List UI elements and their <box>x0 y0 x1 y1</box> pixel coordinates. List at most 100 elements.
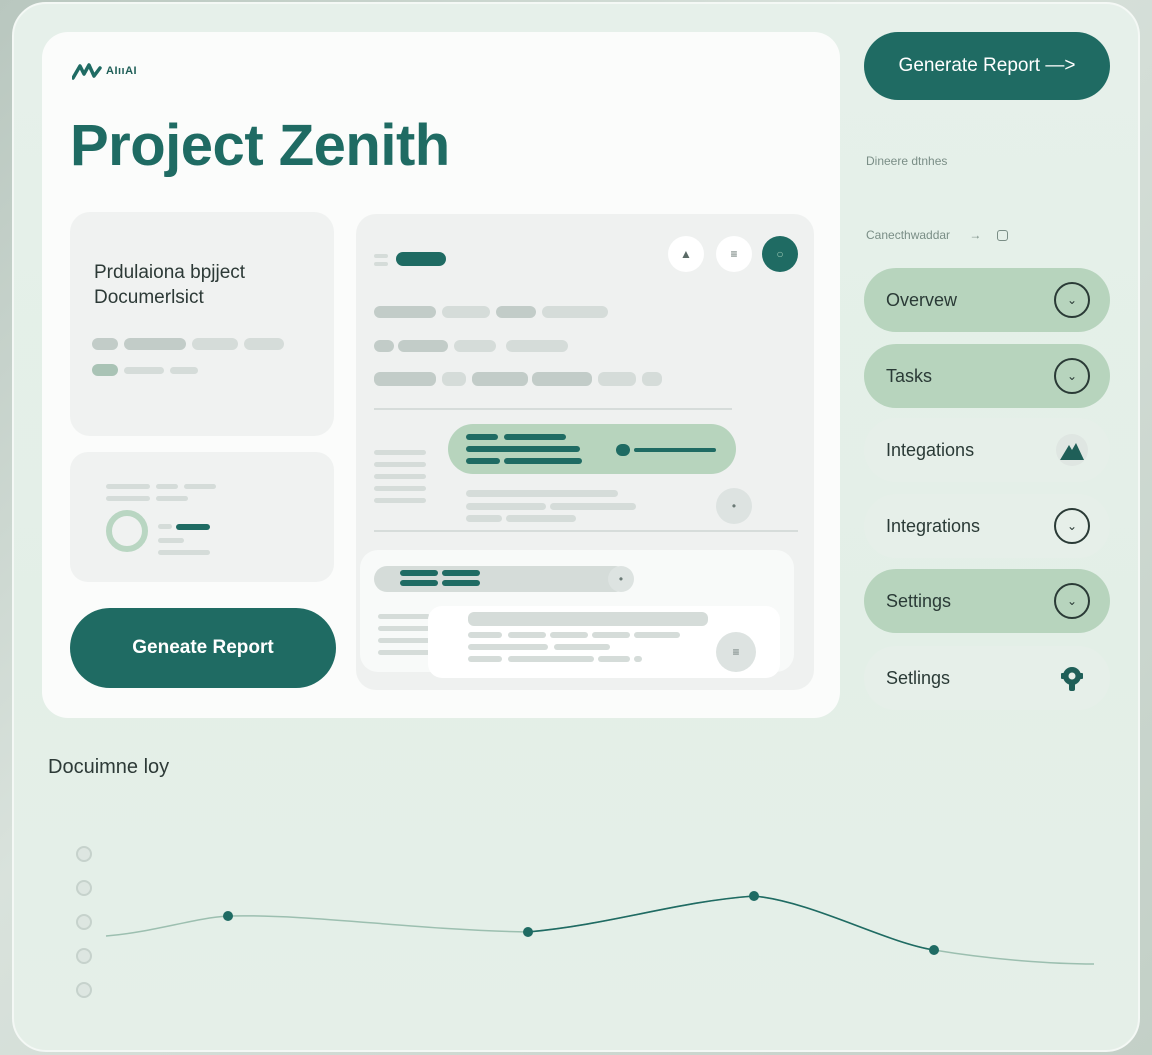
placeholder-bar <box>550 632 588 638</box>
nested-document[interactable]: • ≡ <box>360 550 794 678</box>
placeholder-bar <box>378 638 430 643</box>
placeholder-bar <box>442 306 490 318</box>
sidebar-item-tasks[interactable]: Tasks ⌄ <box>864 344 1110 408</box>
placeholder-bar <box>542 306 608 318</box>
sidebar-item-label: Settings <box>886 590 952 611</box>
trend-point[interactable] <box>929 945 939 955</box>
accent-bar <box>466 434 498 440</box>
placeholder-bar <box>598 372 636 386</box>
placeholder-bar <box>508 632 546 638</box>
more-icon[interactable]: • <box>716 488 752 524</box>
tag-pill[interactable] <box>396 252 446 266</box>
placeholder-bar <box>158 524 172 529</box>
accent-bar <box>400 570 438 576</box>
sidebar-item-integrations-1[interactable]: Integations <box>864 418 1110 482</box>
placeholder-bar <box>192 338 238 350</box>
placeholder-bar <box>484 581 518 586</box>
axis-icons <box>76 846 92 1016</box>
trend-point[interactable] <box>223 911 233 921</box>
placeholder-bar <box>634 632 680 638</box>
placeholder-bar <box>466 515 502 522</box>
sidebar-caption: Dineere dtnhes <box>866 154 948 168</box>
axis-marker-icon <box>76 948 92 964</box>
trend-line-highlight <box>527 895 935 951</box>
nested-content: ≡ <box>428 606 780 678</box>
placeholder-bar <box>454 340 496 352</box>
status-icon[interactable]: ○ <box>762 236 798 272</box>
placeholder-bar <box>106 484 150 489</box>
menu-icon-line <box>374 262 388 266</box>
accent-bar <box>504 458 582 464</box>
placeholder-bar <box>378 650 430 655</box>
trend-point[interactable] <box>749 891 759 901</box>
placeholder-bar <box>374 450 426 455</box>
placeholder-bar <box>468 644 548 650</box>
progress-card[interactable] <box>70 452 334 582</box>
placeholder-bar <box>244 338 284 350</box>
placeholder-bar <box>158 538 184 543</box>
placeholder-bar <box>374 486 426 491</box>
placeholder-bar <box>508 656 594 662</box>
axis-marker-icon <box>76 914 92 930</box>
placeholder-bar <box>642 372 662 386</box>
placeholder-bar <box>484 570 542 575</box>
filter-icon[interactable]: ≡ <box>716 236 752 272</box>
sidebar-item-overview[interactable]: Overvew ⌄ <box>864 268 1110 332</box>
attachment-icon[interactable]: ≡ <box>716 632 756 672</box>
generate-report-button[interactable]: Geneate Report <box>70 608 336 688</box>
axis-marker-icon <box>76 982 92 998</box>
placeholder-bar <box>378 614 430 619</box>
axis-marker-icon <box>76 880 92 896</box>
placeholder-bar <box>374 306 436 318</box>
divider <box>374 530 798 532</box>
trend-point[interactable] <box>523 927 533 937</box>
placeholder-bar <box>466 503 546 510</box>
placeholder-bar <box>554 644 610 650</box>
placeholder-bar <box>550 503 636 510</box>
sidebar-item-label: Overvew <box>886 289 958 310</box>
accent-bar <box>466 446 580 452</box>
placeholder-bar <box>374 372 436 386</box>
placeholder-bar <box>472 372 528 386</box>
mountain-icon <box>1054 432 1090 468</box>
logo-icon <box>72 63 102 80</box>
placeholder-bar <box>92 338 118 350</box>
accent-bar <box>634 448 716 452</box>
placeholder-bar <box>378 626 430 631</box>
placeholder-bar <box>468 632 502 638</box>
placeholder-bar <box>442 372 466 386</box>
placeholder-bar <box>184 484 216 489</box>
section-title: Docuimne loy <box>48 756 170 778</box>
logo-text: AIııAI <box>106 65 138 77</box>
placeholder-bar <box>520 581 604 586</box>
share-icon[interactable]: ▲ <box>668 236 704 272</box>
sidebar-item-label: Tasks <box>886 365 933 386</box>
placeholder-bar <box>374 474 426 479</box>
placeholder-bar <box>398 340 448 352</box>
chevron-down-icon: ⌄ <box>1054 358 1090 394</box>
placeholder-bar <box>468 656 502 662</box>
placeholder-bar <box>598 656 630 662</box>
sidebar-item-integrations-2[interactable]: Integrations ⌄ <box>864 494 1110 558</box>
sidebar-item-settings-2[interactable]: Setlings <box>864 646 1110 710</box>
placeholder-bar <box>374 340 394 352</box>
main-panel: AIııAI Project Zenith Prdulaiona bpjject… <box>42 32 840 718</box>
chevron-down-icon: ⌄ <box>1054 508 1090 544</box>
pin-icon[interactable]: • <box>608 566 634 592</box>
checkbox[interactable] <box>996 230 1008 242</box>
generate-report-top-button[interactable]: Generate Report —> <box>864 32 1110 100</box>
divider <box>374 408 732 410</box>
placeholder-bar <box>158 550 210 555</box>
documentation-card[interactable]: Prdulaiona bpjject Documerlsict <box>70 212 334 436</box>
comment-icon <box>616 444 630 456</box>
page-title: Project Zenith <box>70 113 450 178</box>
placeholder-bar <box>466 490 618 497</box>
sidebar-item-settings-1[interactable]: Settings ⌄ <box>864 569 1110 633</box>
progress-ring <box>106 510 148 552</box>
highlighted-task[interactable] <box>448 424 736 474</box>
chevron-down-icon: ⌄ <box>1054 282 1090 318</box>
placeholder-bar <box>156 484 178 489</box>
menu-icon[interactable] <box>374 254 388 258</box>
connect-label-text: Canecthwaddar <box>866 228 951 242</box>
accent-bar <box>466 458 500 464</box>
